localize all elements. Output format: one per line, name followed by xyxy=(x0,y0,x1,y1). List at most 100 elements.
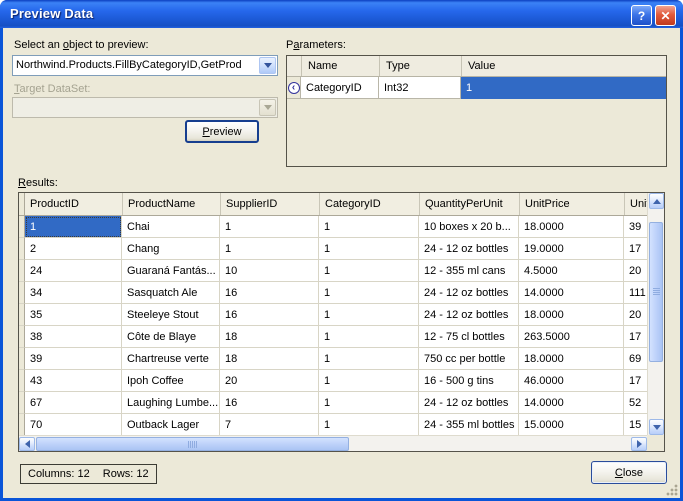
parameter-value-cell[interactable]: 1 xyxy=(461,77,666,99)
horizontal-scroll-thumb[interactable] xyxy=(36,437,349,451)
grid-cell[interactable]: 16 xyxy=(220,392,319,414)
grid-cell[interactable]: 24 - 12 oz bottles xyxy=(419,304,519,326)
grid-cell[interactable]: 19.0000 xyxy=(519,238,624,260)
results-column-header[interactable]: UnitPrice xyxy=(519,193,624,215)
close-button[interactable]: Close xyxy=(591,461,667,484)
grid-cell[interactable]: 10 xyxy=(220,260,319,282)
results-column-header[interactable]: ProductName xyxy=(122,193,220,215)
grid-cell[interactable]: 1 xyxy=(220,238,319,260)
grid-cell[interactable]: 52 xyxy=(624,392,647,414)
grid-cell[interactable]: 1 xyxy=(319,392,419,414)
grid-cell[interactable]: 24 xyxy=(25,260,122,282)
grid-cell[interactable]: 1 xyxy=(319,304,419,326)
grid-cell[interactable]: 1 xyxy=(319,326,419,348)
grid-cell[interactable]: 16 xyxy=(220,282,319,304)
grid-cell[interactable]: 20 xyxy=(624,304,647,326)
grid-cell[interactable]: Guaraná Fantás... xyxy=(122,260,220,282)
grid-cell[interactable]: 39 xyxy=(624,216,647,238)
object-select-combobox[interactable]: Northwind.Products.FillByCategoryID,GetP… xyxy=(12,55,278,76)
parameters-column-header-type[interactable]: Type xyxy=(379,56,461,76)
grid-cell[interactable]: 38 xyxy=(25,326,122,348)
parameter-name-cell[interactable]: CategoryID xyxy=(301,77,379,99)
grid-cell[interactable]: 1 xyxy=(319,348,419,370)
grid-cell[interactable]: 12 - 355 ml cans xyxy=(419,260,519,282)
grid-cell[interactable]: Laughing Lumbe... xyxy=(122,392,220,414)
grid-cell[interactable]: 14.0000 xyxy=(519,282,624,304)
scroll-right-button[interactable] xyxy=(631,437,647,451)
results-column-header[interactable]: ProductID xyxy=(25,193,122,215)
vertical-scrollbar[interactable] xyxy=(647,193,664,435)
grid-cell[interactable]: Sasquatch Ale xyxy=(122,282,220,304)
grid-cell[interactable]: Steeleye Stout xyxy=(122,304,220,326)
scroll-left-button[interactable] xyxy=(19,437,35,451)
parameter-type-cell[interactable]: Int32 xyxy=(379,77,461,99)
grid-cell[interactable]: 111 xyxy=(624,282,647,304)
object-select-dropdown-button[interactable] xyxy=(259,57,276,74)
grid-cell[interactable]: Côte de Blaye xyxy=(122,326,220,348)
grid-cell[interactable]: 18 xyxy=(220,326,319,348)
preview-button[interactable]: Preview xyxy=(185,120,259,143)
scroll-down-button[interactable] xyxy=(649,419,664,435)
grid-cell[interactable]: 24 - 12 oz bottles xyxy=(419,238,519,260)
help-button[interactable]: ? xyxy=(631,5,652,26)
grid-cell[interactable]: 24 - 355 ml bottles xyxy=(419,414,519,435)
grid-cell[interactable]: 12 - 75 cl bottles xyxy=(419,326,519,348)
parameters-column-header-name[interactable]: Name xyxy=(301,56,379,76)
grid-cell[interactable]: 69 xyxy=(624,348,647,370)
grid-cell[interactable]: 16 xyxy=(220,304,319,326)
grid-cell[interactable]: 1 xyxy=(319,414,419,435)
grid-cell[interactable]: 750 cc per bottle xyxy=(419,348,519,370)
grid-cell[interactable]: 18.0000 xyxy=(519,216,624,238)
grid-cell[interactable]: 1 xyxy=(319,370,419,392)
grid-cell[interactable]: 39 xyxy=(25,348,122,370)
grid-cell[interactable]: 20 xyxy=(220,370,319,392)
horizontal-scrollbar[interactable] xyxy=(19,435,647,451)
grid-cell[interactable]: 18 xyxy=(220,348,319,370)
grid-cell[interactable]: Outback Lager xyxy=(122,414,220,435)
results-column-header[interactable]: UnitsI xyxy=(624,193,647,215)
grid-cell[interactable]: Ipoh Coffee xyxy=(122,370,220,392)
grid-cell[interactable]: 24 - 12 oz bottles xyxy=(419,282,519,304)
titlebar[interactable]: Preview Data ? ✕ xyxy=(0,0,683,28)
results-header-row: ProductID ProductName SupplierID CategoryID… xyxy=(19,193,647,216)
resize-grip[interactable] xyxy=(665,483,678,496)
grid-cell[interactable]: 18.0000 xyxy=(519,304,624,326)
grid-cell[interactable]: 16 - 500 g tins xyxy=(419,370,519,392)
grid-cell[interactable]: Chang xyxy=(122,238,220,260)
results-column-header[interactable]: SupplierID xyxy=(220,193,319,215)
grid-cell[interactable]: 17 xyxy=(624,238,647,260)
grid-cell[interactable]: 2 xyxy=(25,238,122,260)
vertical-scroll-thumb[interactable] xyxy=(649,222,663,362)
grid-cell[interactable]: 7 xyxy=(220,414,319,435)
grid-cell[interactable]: 10 boxes x 20 b... xyxy=(419,216,519,238)
grid-cell[interactable]: 4.5000 xyxy=(519,260,624,282)
grid-cell[interactable]: 67 xyxy=(25,392,122,414)
grid-cell[interactable]: 17 xyxy=(624,326,647,348)
grid-cell[interactable]: 15 xyxy=(624,414,647,435)
grid-cell[interactable]: 1 xyxy=(25,216,122,238)
scroll-up-button[interactable] xyxy=(649,193,664,209)
grid-cell[interactable]: 14.0000 xyxy=(519,392,624,414)
close-window-button[interactable]: ✕ xyxy=(655,5,676,26)
grid-cell[interactable]: 70 xyxy=(25,414,122,435)
grid-cell[interactable]: Chai xyxy=(122,216,220,238)
grid-cell[interactable]: 24 - 12 oz bottles xyxy=(419,392,519,414)
grid-cell[interactable]: 43 xyxy=(25,370,122,392)
results-column-header[interactable]: CategoryID xyxy=(319,193,419,215)
grid-cell[interactable]: 263.5000 xyxy=(519,326,624,348)
grid-cell[interactable]: 17 xyxy=(624,370,647,392)
grid-cell[interactable]: 1 xyxy=(319,260,419,282)
grid-cell[interactable]: 18.0000 xyxy=(519,348,624,370)
grid-cell[interactable]: Chartreuse verte xyxy=(122,348,220,370)
grid-cell[interactable]: 1 xyxy=(319,282,419,304)
grid-cell[interactable]: 34 xyxy=(25,282,122,304)
grid-cell[interactable]: 20 xyxy=(624,260,647,282)
results-column-header[interactable]: QuantityPerUnit xyxy=(419,193,519,215)
grid-cell[interactable]: 35 xyxy=(25,304,122,326)
grid-cell[interactable]: 1 xyxy=(319,238,419,260)
grid-cell[interactable]: 15.0000 xyxy=(519,414,624,435)
parameters-column-header-value[interactable]: Value xyxy=(461,56,666,76)
grid-cell[interactable]: 1 xyxy=(220,216,319,238)
grid-cell[interactable]: 46.0000 xyxy=(519,370,624,392)
grid-cell[interactable]: 1 xyxy=(319,216,419,238)
